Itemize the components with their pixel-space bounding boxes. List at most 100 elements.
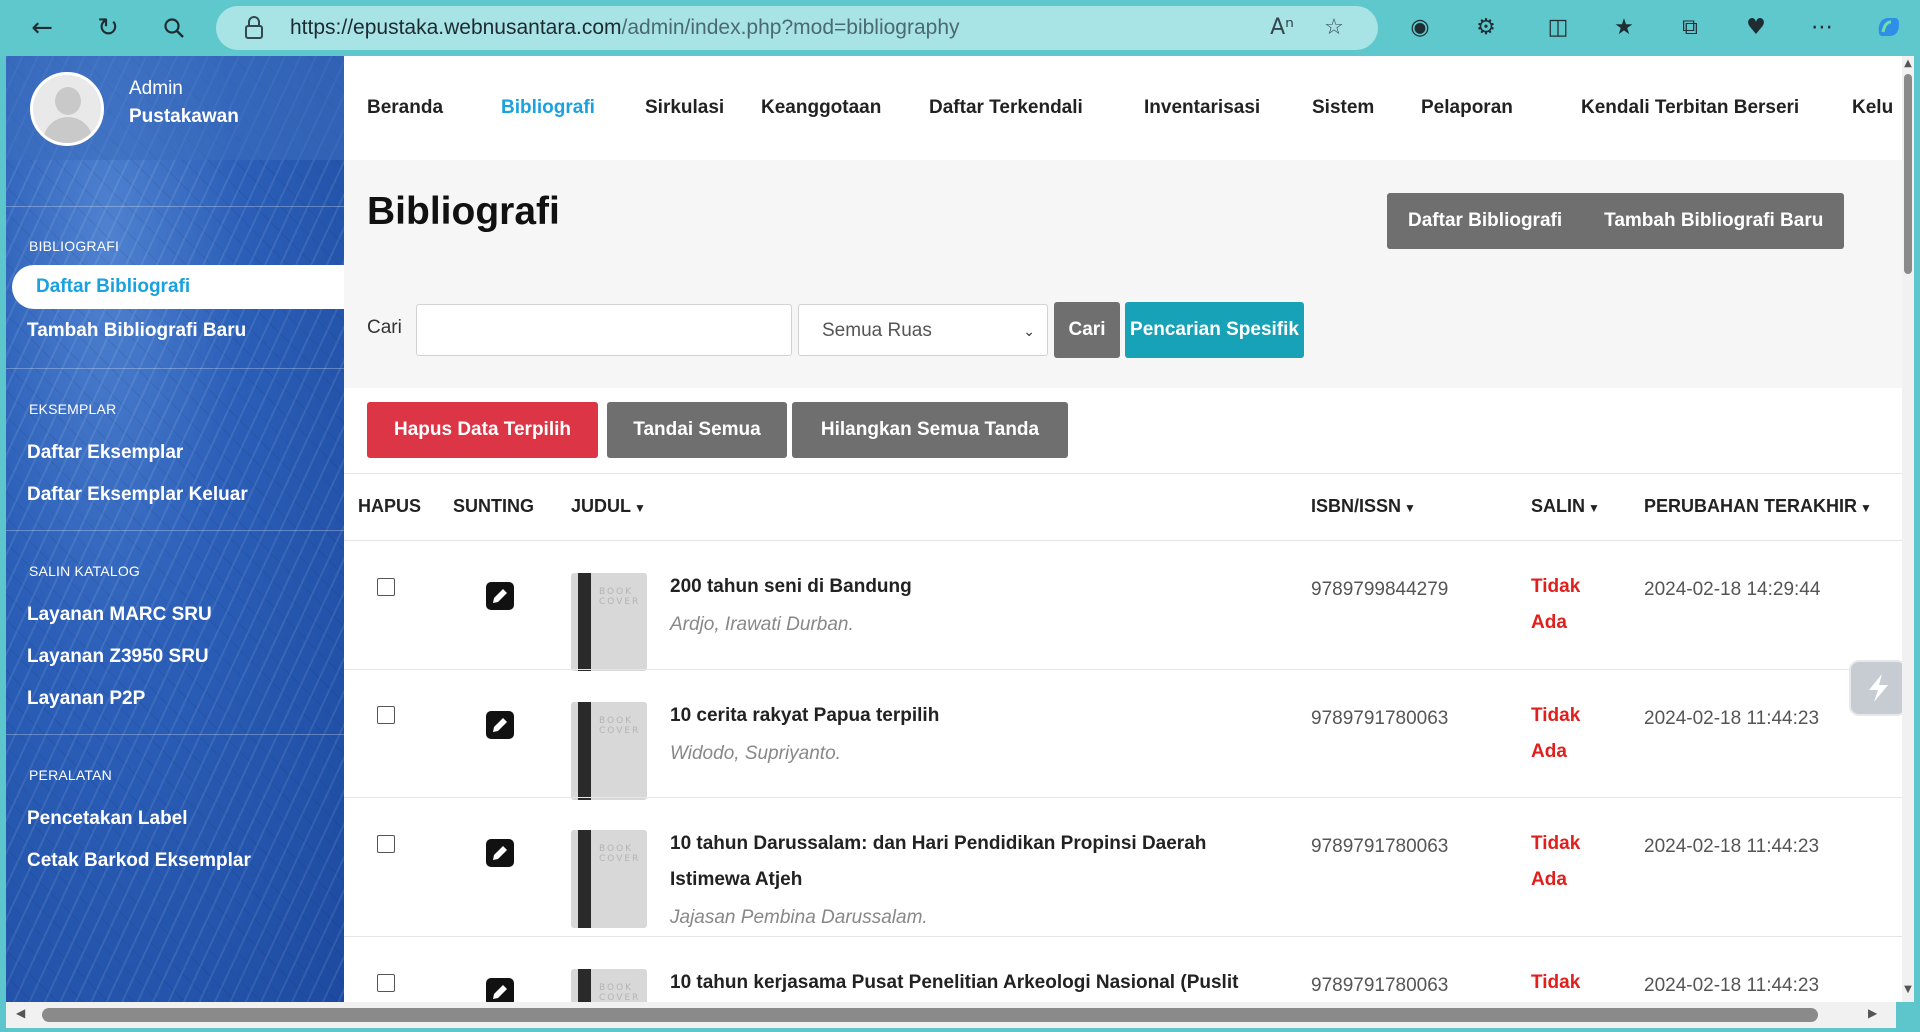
unmark-all-button[interactable]: Hilangkan Semua Tanda: [792, 402, 1068, 458]
extension-record-icon[interactable]: ◉: [1404, 12, 1436, 44]
book-last-modified: 2024-02-18 11:44:23: [1644, 975, 1820, 996]
book-last-modified: 2024-02-18 11:44:23: [1644, 708, 1820, 729]
delete-selected-button[interactable]: Hapus Data Terpilih: [367, 402, 598, 458]
chevron-down-icon: ⌄: [1023, 323, 1035, 339]
horizontal-scroll-thumb[interactable]: [42, 1008, 1818, 1022]
browser-essentials-icon[interactable]: ♥: [1740, 12, 1772, 44]
scroll-right-arrow-icon[interactable]: ▶: [1868, 1006, 1877, 1020]
menu-keanggotaan[interactable]: Keanggotaan: [761, 56, 881, 160]
address-url[interactable]: https://epustaka.webnusantara.com/admin/…: [290, 6, 960, 50]
user-role-librarian: Pustakawan: [129, 106, 239, 127]
sidebar-item-cetak-barkod[interactable]: Cetak Barkod Eksemplar: [27, 850, 251, 872]
book-cover-image: BOOK COVER: [571, 830, 647, 928]
col-header-judul[interactable]: JUDUL ▼: [571, 496, 646, 517]
read-aloud-icon[interactable]: Aⁿ: [1268, 14, 1296, 42]
favorites-icon[interactable]: ★: [1608, 12, 1640, 44]
search-input[interactable]: [416, 304, 792, 356]
menu-pelaporan[interactable]: Pelaporan: [1421, 56, 1513, 160]
book-copies: Tidak Ada: [1531, 972, 1581, 993]
tambah-bibliografi-button[interactable]: Tambah Bibliografi Baru: [1583, 193, 1844, 249]
sidebar-item-daftar-bibliografi[interactable]: Daftar Bibliografi: [12, 265, 344, 309]
col-header-isbn[interactable]: ISBN/ISSN ▼: [1311, 496, 1416, 517]
book-last-modified: 2024-02-18 14:29:44: [1644, 579, 1821, 600]
refresh-icon[interactable]: ↻: [90, 10, 126, 46]
favorite-star-icon[interactable]: ☆: [1320, 14, 1348, 42]
vertical-scrollbar[interactable]: ▲ ▼: [1902, 56, 1914, 1002]
menu-sirkulasi[interactable]: Sirkulasi: [645, 56, 724, 160]
book-isbn: 9789791780063: [1311, 975, 1449, 996]
menu-inventarisasi[interactable]: Inventarisasi: [1144, 56, 1260, 160]
col-header-perubahan[interactable]: PERUBAHAN TERAKHIR ▼: [1644, 496, 1872, 517]
row-select-checkbox[interactable]: [377, 578, 395, 596]
daftar-bibliografi-button[interactable]: Daftar Bibliografi: [1387, 193, 1583, 249]
lightning-icon: [1869, 674, 1888, 702]
search-button[interactable]: Cari: [1054, 302, 1120, 358]
book-cover-image: BOOK COVER: [571, 702, 647, 800]
more-menu-icon[interactable]: ⋯: [1806, 12, 1838, 44]
row-select-checkbox[interactable]: [377, 835, 395, 853]
field-select[interactable]: Semua Ruas ⌄: [798, 304, 1048, 356]
copilot-icon[interactable]: [1872, 12, 1904, 44]
sidebar-item-daftar-eksemplar[interactable]: Daftar Eksemplar: [27, 442, 183, 464]
floating-assistant-button[interactable]: [1849, 660, 1907, 716]
header-button-group: Daftar Bibliografi Tambah Bibliografi Ba…: [1387, 193, 1845, 249]
main-content: Bibliografi Daftar Bibliografi Tambah Bi…: [344, 160, 1902, 1002]
sidebar-item-daftar-eksemplar-keluar[interactable]: Daftar Eksemplar Keluar: [27, 484, 248, 506]
extensions-puzzle-icon[interactable]: ⚙: [1470, 12, 1502, 44]
book-title-link[interactable]: 10 tahun kerjasama Pusat Penelitian Arke…: [670, 965, 1280, 1002]
edit-pencil-icon[interactable]: [486, 711, 514, 739]
page-title: Bibliografi: [367, 190, 560, 233]
menu-keluar[interactable]: Kelu: [1852, 56, 1893, 160]
col-header-hapus: HAPUS: [358, 496, 422, 516]
sidebar-item-p2p[interactable]: Layanan P2P: [27, 688, 145, 710]
sidebar-heading-peralatan: PERALATAN: [29, 767, 112, 783]
sidebar-item-z3950-sru[interactable]: Layanan Z3950 SRU: [27, 646, 209, 668]
user-role-admin: Admin: [129, 78, 183, 99]
col-header-sunting: SUNTING: [453, 496, 534, 516]
horizontal-scrollbar[interactable]: ◀ ▶: [6, 1002, 1896, 1028]
edit-pencil-icon[interactable]: [486, 839, 514, 867]
sidebar: Admin Pustakawan BIBLIOGRAFI Daftar Bibl…: [6, 56, 344, 1002]
scroll-left-arrow-icon[interactable]: ◀: [16, 1006, 25, 1020]
scroll-up-arrow-icon[interactable]: ▲: [1902, 58, 1914, 69]
sidebar-item-pencetakan-label[interactable]: Pencetakan Label: [27, 808, 188, 830]
sidebar-item-marc-sru[interactable]: Layanan MARC SRU: [27, 604, 212, 626]
edit-pencil-icon[interactable]: [486, 978, 514, 1002]
edit-pencil-icon[interactable]: [486, 582, 514, 610]
scroll-down-arrow-icon[interactable]: ▼: [1902, 984, 1914, 995]
mark-all-button[interactable]: Tandai Semua: [607, 402, 787, 458]
search-icon[interactable]: [156, 10, 192, 46]
col-header-salin[interactable]: SALIN ▼: [1531, 496, 1600, 517]
split-screen-icon[interactable]: ◫: [1542, 12, 1574, 44]
collections-icon[interactable]: ⧉: [1674, 12, 1706, 44]
vertical-scroll-thumb[interactable]: [1904, 74, 1912, 274]
book-cover-image: BOOK COVER: [571, 969, 647, 1002]
menu-beranda[interactable]: Beranda: [367, 56, 443, 160]
url-path: /admin/index.php?mod=bibliography: [621, 16, 960, 39]
search-label: Cari: [367, 317, 402, 338]
book-title-link[interactable]: 10 tahun Darussalam: dan Hari Pendidikan…: [670, 826, 1280, 898]
menu-kendali-terbitan-berseri[interactable]: Kendali Terbitan Berseri: [1581, 56, 1799, 160]
book-isbn: 9789799844279: [1311, 579, 1449, 600]
back-arrow-icon[interactable]: ←: [24, 10, 60, 46]
address-bar[interactable]: https://epustaka.webnusantara.com/admin/…: [216, 6, 1378, 50]
menu-sistem[interactable]: Sistem: [1312, 56, 1374, 160]
sidebar-heading-bibliografi: BIBLIOGRAFI: [29, 238, 120, 254]
sort-caret-icon: ▼: [1404, 501, 1416, 515]
book-title-link[interactable]: 200 tahun seni di Bandung: [670, 569, 1280, 605]
menu-daftar-terkendali[interactable]: Daftar Terkendali: [929, 56, 1083, 160]
book-title-link[interactable]: 10 cerita rakyat Papua terpilih: [670, 698, 1280, 734]
row-select-checkbox[interactable]: [377, 974, 395, 992]
user-profile: Admin Pustakawan: [6, 56, 344, 160]
book-copies: Tidak Ada: [1531, 705, 1581, 762]
book-last-modified: 2024-02-18 11:44:23: [1644, 836, 1820, 857]
top-menu: Beranda Bibliografi Sirkulasi Keanggotaa…: [344, 56, 1902, 160]
menu-bibliografi[interactable]: Bibliografi: [501, 56, 595, 160]
book-author: Ardjo, Irawati Durban.: [670, 614, 854, 635]
book-cover-image: BOOK COVER: [571, 573, 647, 671]
avatar: [30, 72, 104, 146]
sidebar-heading-salin-katalog: SALIN KATALOG: [29, 563, 141, 579]
sidebar-item-tambah-bibliografi[interactable]: Tambah Bibliografi Baru: [27, 320, 246, 342]
specific-search-button[interactable]: Pencarian Spesifik: [1125, 302, 1304, 358]
row-select-checkbox[interactable]: [377, 706, 395, 724]
